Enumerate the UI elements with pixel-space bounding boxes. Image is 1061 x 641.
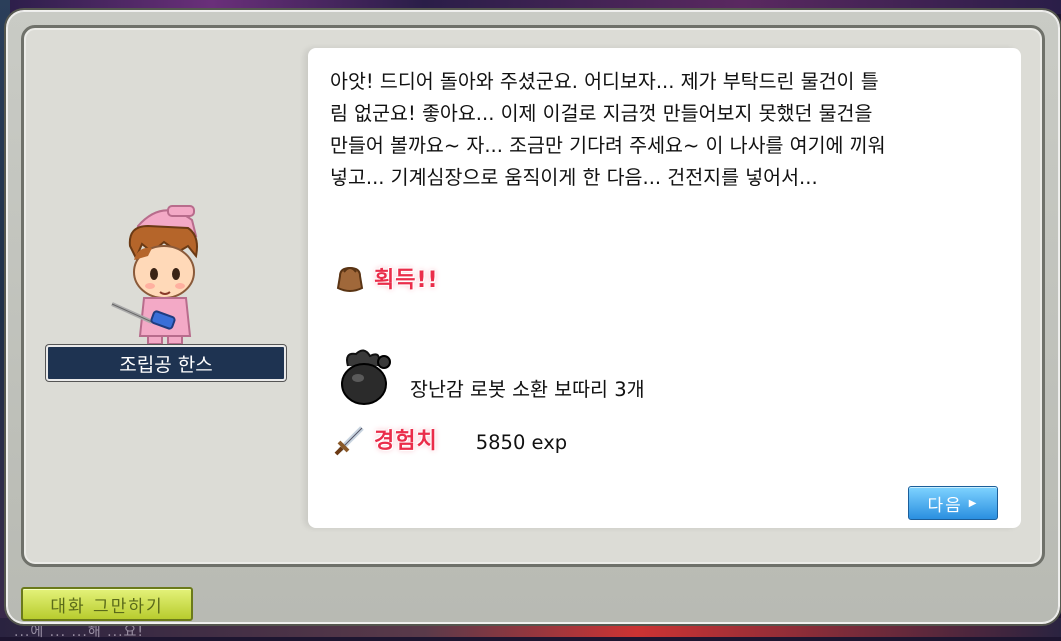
background-chat-text: ...에 ... ...해 ...요! [14, 624, 145, 640]
reward-exp-row: 경험치 5850 exp [334, 422, 567, 456]
bag-icon [336, 266, 364, 292]
sword-icon [334, 426, 364, 456]
npc-nameplate: 조립공 한스 [46, 345, 286, 381]
reward-item-row: 장난감 로봇 소환 보따리 3개 [334, 344, 645, 408]
exp-value: 5850 exp [475, 430, 568, 454]
next-button[interactable]: 다음 ▶ [908, 486, 998, 520]
end-chat-button[interactable]: 대화 그만하기 [21, 587, 193, 621]
exp-label: 경험치 [374, 429, 438, 454]
npc-dialog-window: 조립공 한스 아앗! 드디어 돌아와 주셨군요. 어디보자... 제가 부탁드린… [6, 10, 1060, 624]
npc-portrait [111, 205, 198, 345]
acquire-label: 획득!! [374, 268, 439, 293]
item-bag-icon [341, 349, 391, 405]
dialog-panel: 조립공 한스 아앗! 드디어 돌아와 주셨군요. 어디보자... 제가 부탁드린… [21, 25, 1045, 567]
acquire-row: 획득!! [334, 262, 439, 294]
next-button-label: 다음 [927, 495, 963, 516]
dialog-text-area: 아앗! 드디어 돌아와 주셨군요. 어디보자... 제가 부탁드린 물건이 틀 … [308, 48, 1021, 528]
reward-item-name: 장난감 로봇 소환 보따리 3개 [410, 377, 645, 401]
arrow-right-icon: ▶ [968, 497, 979, 509]
dialog-text: 아앗! 드디어 돌아와 주셨군요. 어디보자... 제가 부탁드린 물건이 틀 … [330, 70, 886, 189]
